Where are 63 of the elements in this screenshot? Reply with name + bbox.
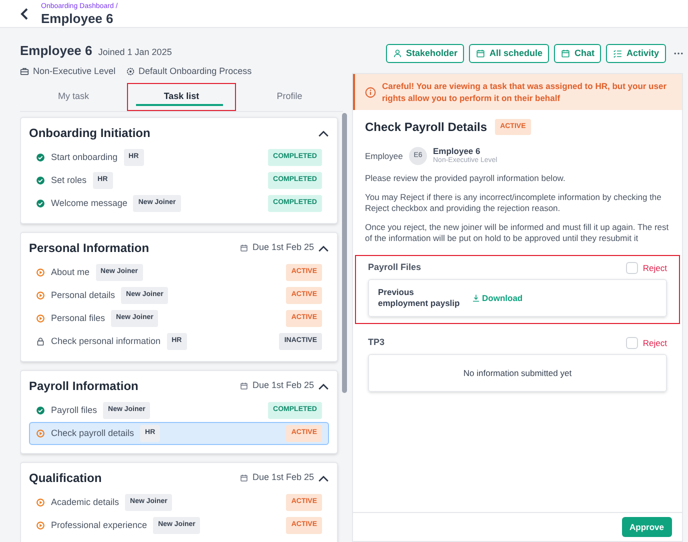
empty-message: No information submitted yet <box>462 366 573 380</box>
info-icon <box>365 86 376 98</box>
section-title: Payroll Files <box>368 261 422 274</box>
task-name: About me <box>51 266 90 279</box>
section-title: Qualification <box>29 470 103 487</box>
chevron-up-icon[interactable] <box>318 382 329 390</box>
person-icon <box>392 49 402 58</box>
join-date: Joined 1 Jan 2025 <box>98 46 172 59</box>
task-name: Set roles <box>51 174 87 187</box>
tab[interactable]: My task <box>20 83 127 111</box>
onboarding-process: Default Onboarding Process <box>138 64 252 78</box>
task-title: Check Payroll Details <box>365 119 488 136</box>
section-title: Onboarding Initiation <box>29 125 152 142</box>
more-icon[interactable] <box>674 52 683 55</box>
file-name: Previous employment payslip <box>378 287 461 309</box>
tab[interactable]: Profile <box>236 83 343 111</box>
task-name: Check personal information <box>51 334 161 348</box>
due-date: Due 1st Feb 25 <box>252 241 314 254</box>
back-icon <box>20 8 29 20</box>
task-name: Professional experience <box>51 518 148 532</box>
action-button[interactable]: Activity <box>606 44 666 63</box>
briefcase-icon <box>20 66 29 76</box>
task-name: Check payroll details <box>51 426 134 440</box>
chevron-up-icon[interactable] <box>318 244 329 252</box>
chevron-up-icon[interactable] <box>318 130 329 136</box>
instruction-text: Please review the provided payroll information below. <box>365 173 566 184</box>
due-date: Due 1st Feb 25 <box>252 471 314 484</box>
action-button[interactable]: Chat <box>554 44 602 63</box>
tab[interactable]: Task list <box>127 83 236 111</box>
task-name: Personal files <box>51 312 106 325</box>
employee-label: Employee <box>365 150 403 162</box>
download-icon <box>472 294 480 302</box>
instruction-text: Once you reject, the new joiner will be informed and must fill it up again. The rest of the information will be put on hold to be approved until they resubmit it <box>365 222 670 244</box>
calendar-icon <box>240 474 248 482</box>
action-button[interactable]: Stakeholder <box>386 44 464 63</box>
due-date: Due 1st Feb 25 <box>252 379 314 392</box>
task-name: Payroll files <box>51 404 98 417</box>
employee-name: Employee 6 <box>20 42 92 60</box>
instruction-text: You may Reject if there is any incorrect/incomplete information by checking the Reject checkbox and providing the rejection reason. <box>365 192 662 214</box>
reject-checkbox[interactable] <box>626 262 638 274</box>
chevron-up-icon[interactable] <box>318 474 329 482</box>
checklist-icon <box>613 49 622 58</box>
task-name: Academic details <box>51 496 120 509</box>
reject-label: Reject <box>642 336 667 350</box>
scrollbar[interactable] <box>342 113 347 393</box>
reject-checkbox[interactable] <box>626 337 638 349</box>
reject-label: Reject <box>642 262 667 274</box>
calendar-icon <box>476 49 486 58</box>
calendar-icon <box>561 49 570 58</box>
calendar-icon <box>240 382 248 390</box>
section-title: TP3 <box>368 336 386 350</box>
section-title: Payroll Information <box>29 378 140 395</box>
task-name: Personal details <box>51 288 116 302</box>
page-title: Employee 6 <box>41 12 114 24</box>
section-title: Personal Information <box>29 240 150 257</box>
task-name: Start onboarding <box>51 150 118 164</box>
gear-icon <box>126 66 135 76</box>
employee-name: Employee 6 <box>433 146 482 156</box>
task-name: Welcome message <box>51 196 128 210</box>
alert-text: Careful! You are viewing a task that was assigned to HR, but your user rights allow you to perform it on their behalf <box>382 80 668 104</box>
action-button[interactable]: All schedule <box>469 44 550 63</box>
employee-level: Non-Executive Level <box>33 64 116 78</box>
calendar-icon <box>240 244 248 252</box>
